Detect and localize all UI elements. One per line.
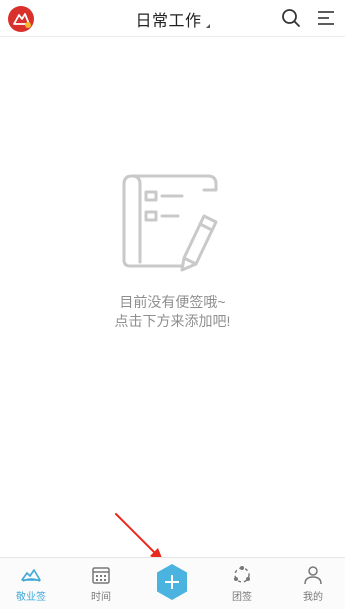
nav-item-time[interactable]: 时间	[76, 564, 126, 603]
bottom-navigation: 敬业签 时间 团签 我的	[0, 557, 345, 609]
calendar-icon	[92, 567, 110, 584]
empty-message: 目前没有便签哦~ 点击下方来添加吧!	[0, 293, 345, 331]
team-icon	[234, 566, 250, 583]
user-icon	[304, 566, 322, 585]
empty-message-line2: 点击下方来添加吧!	[114, 313, 231, 329]
top-bar: 日常工作	[0, 0, 345, 37]
nav-item-team[interactable]: 团签	[217, 564, 267, 603]
page-title: 日常工作	[135, 13, 202, 30]
nav-item-jingyeqian[interactable]: 敬业签	[6, 564, 56, 603]
empty-message-line1: 目前没有便签哦~	[119, 294, 226, 310]
menu-icon[interactable]	[317, 9, 335, 27]
nav-label: 敬业签	[16, 592, 46, 603]
search-icon[interactable]	[281, 8, 301, 28]
dropdown-caret-icon	[205, 24, 210, 28]
cloud-home-icon	[21, 569, 41, 582]
nav-label: 时间	[91, 592, 111, 603]
nav-item-mine[interactable]: 我的	[288, 564, 338, 603]
nav-label: 团签	[232, 592, 252, 603]
add-button[interactable]	[155, 563, 189, 601]
note-pencil-icon	[122, 174, 218, 272]
nav-label: 我的	[303, 592, 323, 603]
